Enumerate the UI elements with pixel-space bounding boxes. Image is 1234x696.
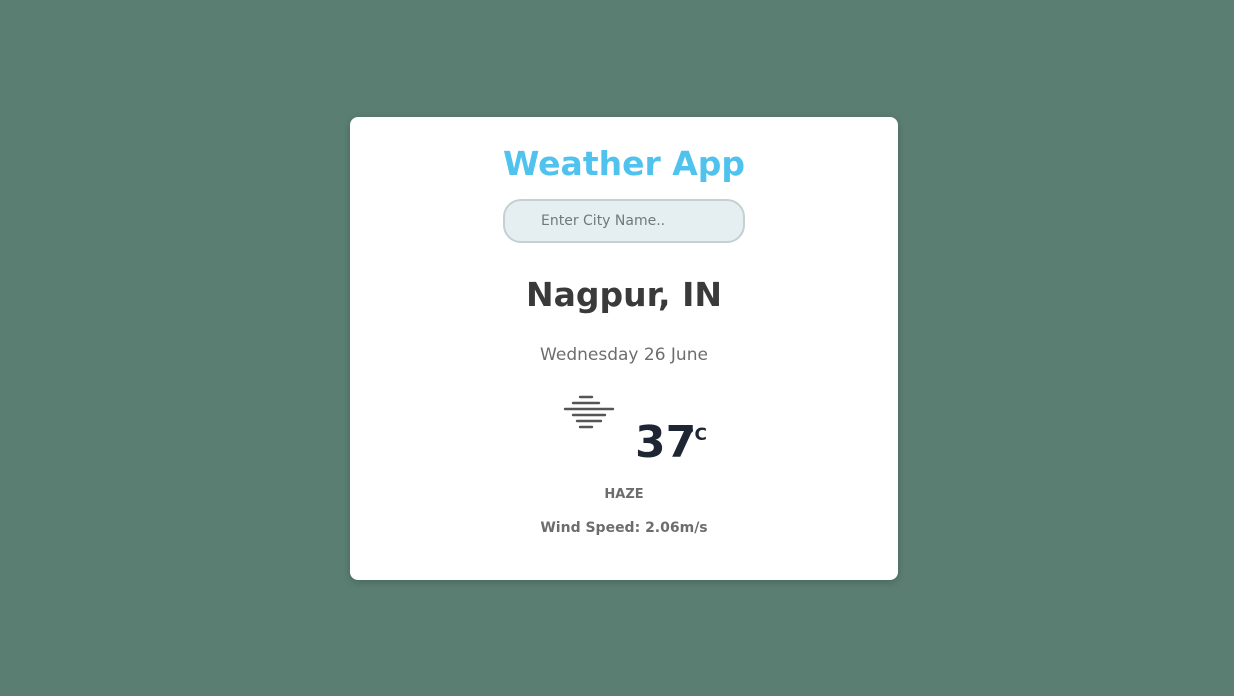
city-name: Nagpur, IN bbox=[526, 275, 722, 314]
app-title: Weather App bbox=[502, 144, 746, 183]
wind-speed: Wind Speed: 2.06m/s bbox=[350, 518, 898, 538]
current-date: Wednesday 26 June bbox=[540, 345, 708, 365]
haze-icon bbox=[563, 395, 615, 429]
wind-speed-label: Wind Speed: bbox=[540, 520, 646, 536]
weather-condition: HAZE bbox=[604, 487, 644, 502]
wind-speed-value: 2.06m/s bbox=[645, 520, 708, 536]
temperature-unit: °C bbox=[686, 425, 707, 445]
weather-card: Weather App Nagpur, IN Wednesday 26 June… bbox=[350, 117, 898, 580]
city-search-input[interactable] bbox=[503, 199, 745, 243]
